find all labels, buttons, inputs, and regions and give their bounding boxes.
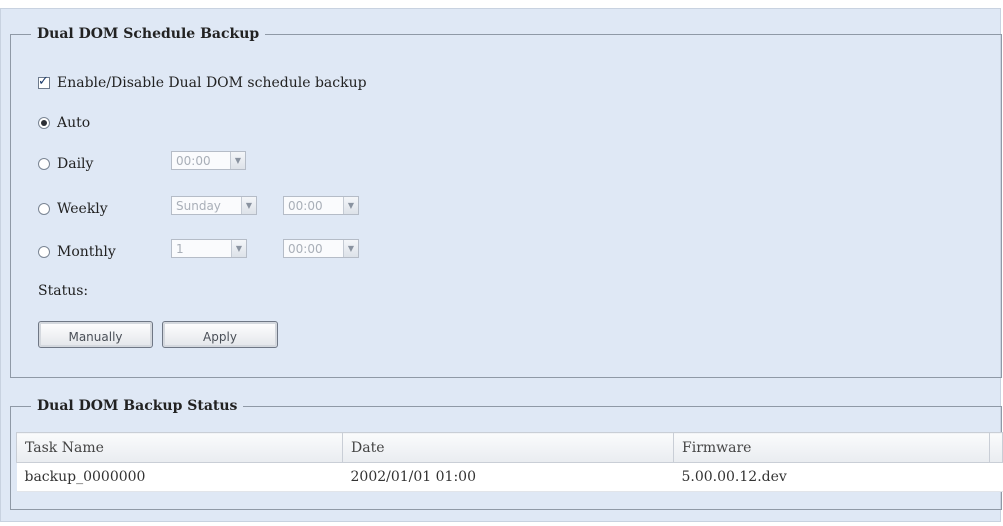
column-header-spacer [989, 432, 1003, 463]
column-header-date[interactable]: Date [342, 432, 674, 463]
daily-radio[interactable] [38, 158, 50, 170]
checkmark-icon: ✓ [38, 74, 49, 89]
auto-label: Auto [57, 115, 91, 131]
monthly-day-select[interactable]: 1 ▼ [171, 239, 247, 258]
table-header-row: Task Name Date Firmware [16, 432, 1003, 463]
cell-task-name: backup_0000000 [16, 462, 343, 492]
weekly-label: Weekly [57, 201, 108, 217]
daily-time-select[interactable]: 00:00 ▼ [171, 151, 246, 170]
cell-firmware: 5.00.00.12.dev [673, 462, 990, 492]
monthly-time-select[interactable]: 00:00 ▼ [283, 239, 359, 258]
chevron-down-icon: ▼ [343, 197, 358, 214]
backup-status-table: Task Name Date Firmware backup_0000000 2… [16, 432, 1003, 492]
monthly-day-value: 1 [176, 241, 184, 256]
table-row[interactable]: backup_0000000 2002/01/01 01:00 5.00.00.… [16, 462, 1003, 492]
weekly-day-select[interactable]: Sunday ▼ [171, 196, 257, 215]
enable-schedule-row[interactable]: ✓ Enable/Disable Dual DOM schedule backu… [38, 74, 367, 91]
column-header-firmware[interactable]: Firmware [673, 432, 990, 463]
column-header-task-name[interactable]: Task Name [16, 432, 343, 463]
monthly-option[interactable]: Monthly [38, 244, 116, 260]
apply-button[interactable]: Apply [162, 321, 278, 348]
monthly-time-value: 00:00 [288, 241, 323, 256]
daily-time-value: 00:00 [176, 153, 211, 168]
weekly-time-select[interactable]: 00:00 ▼ [283, 196, 359, 215]
weekly-radio[interactable] [38, 203, 50, 215]
weekly-time-value: 00:00 [288, 198, 323, 213]
weekly-day-value: Sunday [176, 198, 221, 213]
chevron-down-icon: ▼ [230, 152, 245, 169]
auto-option[interactable]: Auto [38, 115, 90, 131]
status-label: Status: [38, 283, 89, 299]
schedule-backup-legend: Dual DOM Schedule Backup [37, 26, 260, 42]
monthly-radio[interactable] [38, 246, 50, 258]
chevron-down-icon: ▼ [231, 240, 246, 257]
cell-date: 2002/01/01 01:00 [342, 462, 674, 492]
backup-status-legend: Dual DOM Backup Status [37, 398, 238, 414]
monthly-label: Monthly [57, 244, 116, 260]
auto-radio[interactable] [38, 117, 50, 129]
daily-option[interactable]: Daily [38, 156, 93, 172]
manually-button[interactable]: Manually [38, 321, 153, 348]
chevron-down-icon: ▼ [241, 197, 256, 214]
chevron-down-icon: ▼ [343, 240, 358, 257]
cell-spacer [989, 462, 1003, 492]
enable-schedule-checkbox[interactable]: ✓ [38, 74, 50, 89]
daily-label: Daily [57, 156, 94, 172]
weekly-option[interactable]: Weekly [38, 201, 108, 217]
status-row: Status: [38, 283, 88, 299]
enable-schedule-label: Enable/Disable Dual DOM schedule backup [57, 75, 367, 91]
